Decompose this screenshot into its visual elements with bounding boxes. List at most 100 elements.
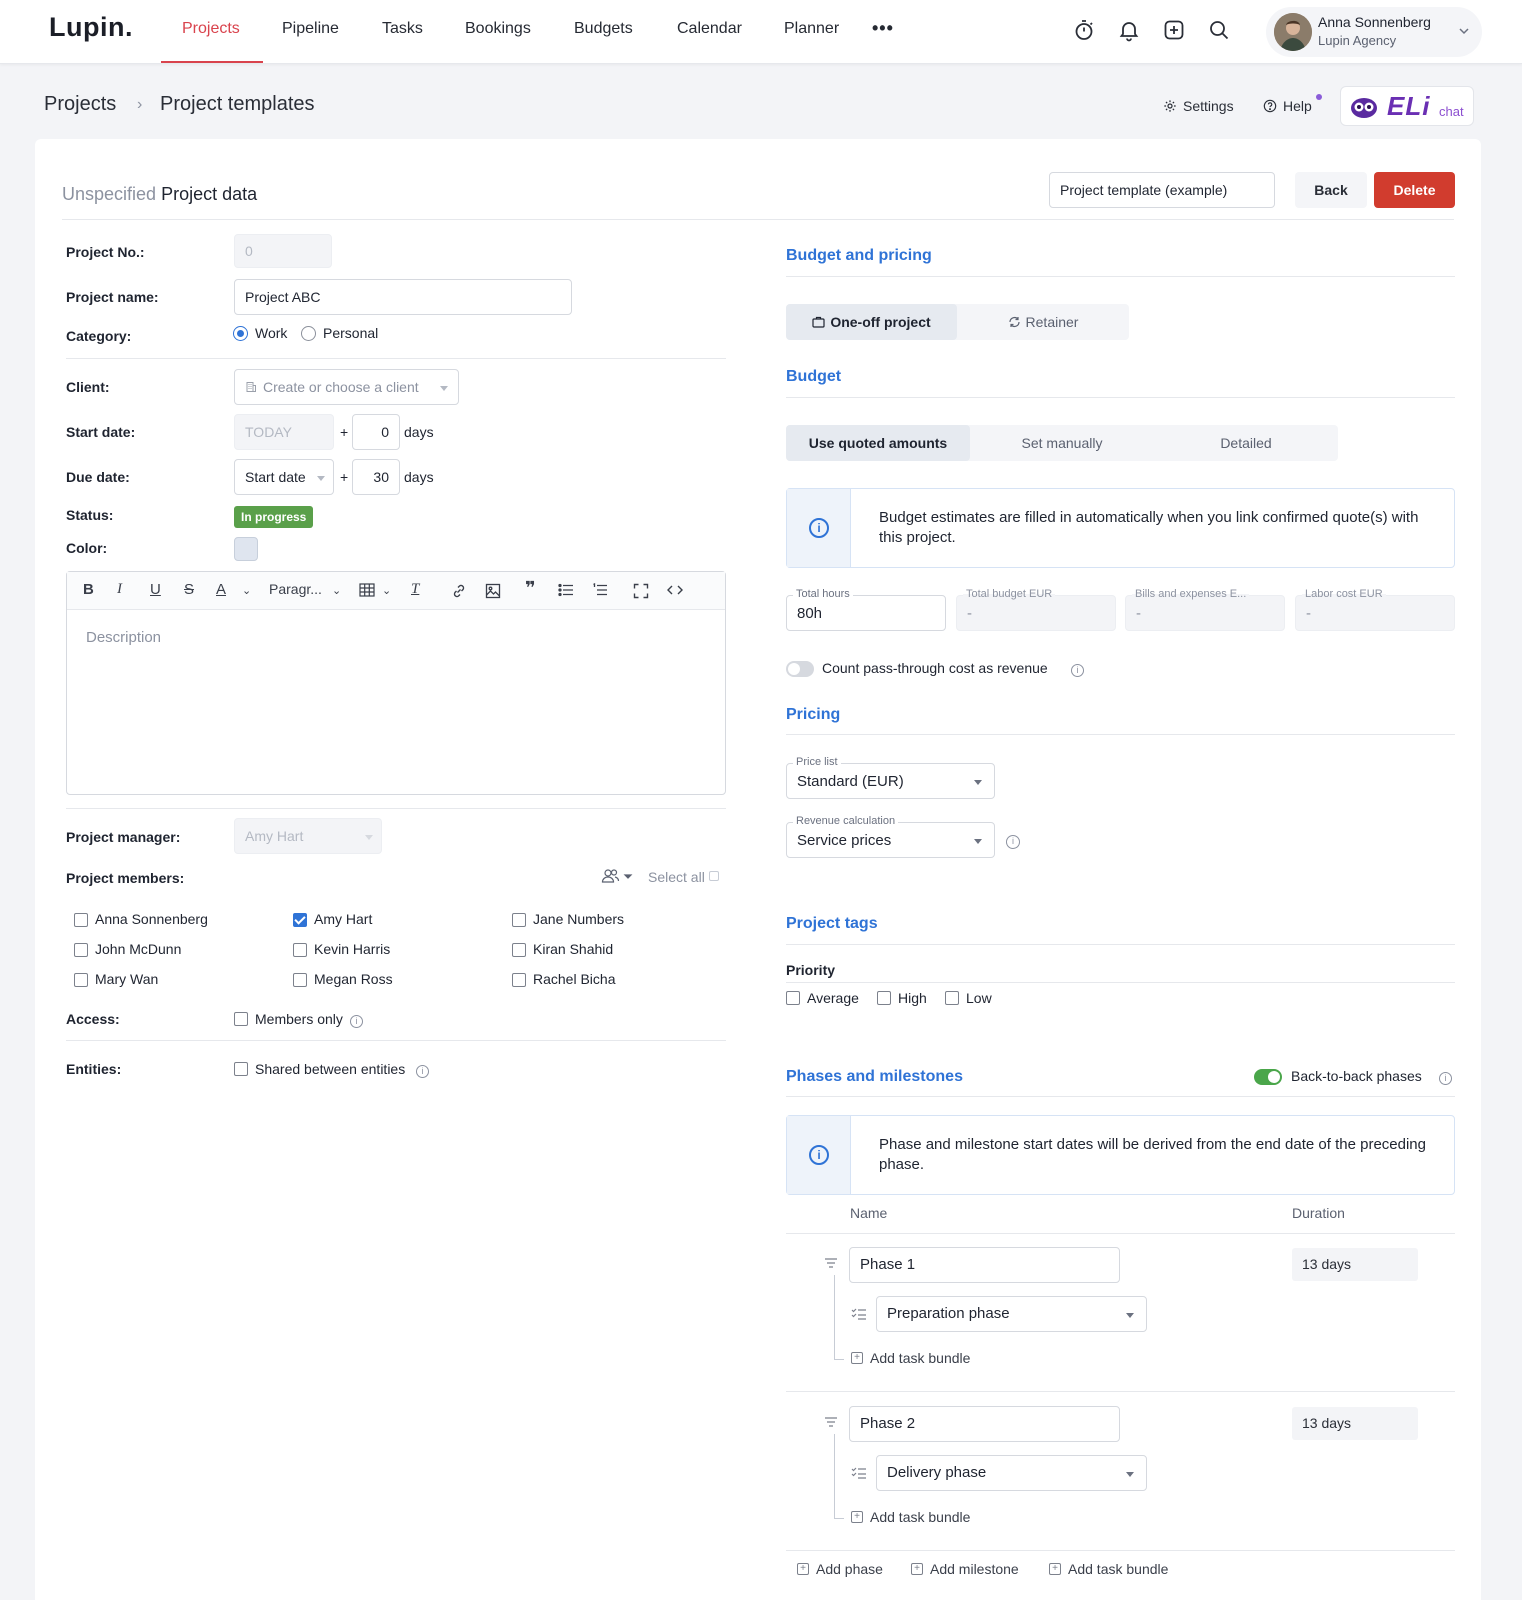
- phase-duration[interactable]: 13 days: [1292, 1248, 1418, 1281]
- info-icon[interactable]: i: [1006, 833, 1020, 850]
- member-checkbox[interactable]: [512, 913, 526, 927]
- description-editor[interactable]: B I U S A ⌄ Paragr... ⌄ ⌄ T ❞ Descriptio…: [66, 571, 726, 795]
- category-personal-radio[interactable]: [301, 326, 316, 341]
- pricing-title: Pricing: [786, 706, 841, 723]
- priority-low-checkbox[interactable]: [945, 991, 959, 1005]
- priority-average-checkbox[interactable]: [786, 991, 800, 1005]
- link-icon[interactable]: [451, 583, 467, 599]
- info-icon: i: [809, 518, 829, 538]
- nav-pipeline[interactable]: Pipeline: [282, 20, 339, 38]
- settings-link[interactable]: Settings: [1163, 98, 1234, 114]
- phase-name-input[interactable]: Phase 2: [849, 1406, 1120, 1442]
- template-name-input[interactable]: Project template (example): [1049, 172, 1275, 208]
- add-square-icon[interactable]: [1162, 18, 1186, 42]
- task-bundle-select[interactable]: Delivery phase: [876, 1455, 1147, 1491]
- member-checkbox[interactable]: [293, 973, 307, 987]
- client-select[interactable]: Create or choose a client: [234, 369, 459, 405]
- paragraph-select[interactable]: Paragr...: [269, 581, 322, 597]
- detailed-tab[interactable]: Detailed: [1154, 425, 1338, 461]
- category-work-radio[interactable]: [233, 326, 248, 341]
- fullscreen-icon[interactable]: [633, 583, 649, 599]
- member-checkbox[interactable]: [293, 913, 307, 927]
- table-icon[interactable]: [359, 583, 375, 597]
- breadcrumb-projects[interactable]: Projects: [44, 93, 116, 116]
- phase-name-input[interactable]: Phase 1: [849, 1247, 1120, 1283]
- retainer-tab[interactable]: Retainer: [957, 304, 1129, 340]
- nav-tasks[interactable]: Tasks: [382, 20, 423, 38]
- nav-bookings[interactable]: Bookings: [465, 20, 531, 38]
- project-manager-value: Amy Hart: [245, 828, 304, 844]
- back-to-back-toggle[interactable]: [1254, 1069, 1282, 1085]
- bold-icon[interactable]: B: [83, 581, 94, 598]
- text-color-icon[interactable]: A: [216, 581, 226, 598]
- add-phase-button[interactable]: + Add phase: [797, 1561, 883, 1577]
- quote-icon[interactable]: ❞: [525, 578, 536, 599]
- start-offset-input[interactable]: 0: [352, 414, 400, 450]
- select-all-label[interactable]: Select all: [648, 869, 705, 885]
- bell-icon[interactable]: [1117, 18, 1141, 42]
- info-icon[interactable]: i: [1071, 661, 1084, 677]
- nav-planner[interactable]: Planner: [784, 20, 839, 38]
- info-icon[interactable]: i: [1439, 1069, 1452, 1085]
- due-offset-input[interactable]: 30: [352, 459, 400, 495]
- numbered-list-icon[interactable]: [592, 583, 608, 597]
- team-filter-icon[interactable]: [601, 868, 635, 884]
- phase-duration[interactable]: 13 days: [1292, 1407, 1418, 1440]
- passthrough-toggle[interactable]: [786, 661, 814, 677]
- set-manually-tab[interactable]: Set manually: [970, 425, 1154, 461]
- image-icon[interactable]: [485, 583, 501, 599]
- bullet-list-icon[interactable]: [558, 583, 574, 597]
- add-task-bundle-link[interactable]: + Add task bundle: [851, 1509, 970, 1525]
- app-logo[interactable]: Lupin.: [49, 12, 133, 43]
- one-off-project-tab[interactable]: One-off project: [786, 304, 957, 340]
- info-icon[interactable]: i: [416, 1062, 429, 1078]
- divider: [786, 1550, 1455, 1551]
- select-all-checkbox[interactable]: [709, 871, 719, 881]
- add-milestone-button[interactable]: + Add milestone: [911, 1561, 1019, 1577]
- eli-chat-button[interactable]: ELi chat: [1340, 86, 1474, 126]
- member-checkbox[interactable]: [293, 943, 307, 957]
- drag-handle-icon[interactable]: [823, 1257, 839, 1271]
- info-icon[interactable]: i: [350, 1012, 363, 1028]
- user-menu[interactable]: Anna Sonnenberg Lupin Agency: [1266, 7, 1482, 57]
- chevron-down-icon[interactable]: ⌄: [242, 584, 251, 597]
- color-swatch[interactable]: [234, 537, 258, 561]
- italic-icon[interactable]: I: [117, 581, 122, 598]
- add-task-bundle-link[interactable]: + Add task bundle: [851, 1350, 970, 1366]
- nav-projects[interactable]: Projects: [182, 20, 240, 38]
- project-name-input[interactable]: Project ABC: [234, 279, 572, 315]
- task-bundle-icon: [851, 1466, 867, 1480]
- clear-format-icon[interactable]: T: [411, 581, 419, 598]
- stopwatch-icon[interactable]: [1072, 18, 1096, 42]
- shared-entities-checkbox[interactable]: [234, 1062, 248, 1076]
- code-icon[interactable]: [667, 583, 683, 597]
- member-checkbox[interactable]: [512, 943, 526, 957]
- priority-high-checkbox[interactable]: [877, 991, 891, 1005]
- total-hours-field[interactable]: Total hours 80h: [786, 588, 946, 631]
- task-bundle-select[interactable]: Preparation phase: [876, 1296, 1147, 1332]
- nav-calendar[interactable]: Calendar: [677, 20, 742, 38]
- price-list-select[interactable]: Price list Standard (EUR): [786, 756, 995, 799]
- start-days-label: days: [404, 424, 434, 440]
- member-checkbox[interactable]: [74, 913, 88, 927]
- member-checkbox[interactable]: [74, 973, 88, 987]
- add-task-bundle-button[interactable]: + Add task bundle: [1049, 1561, 1168, 1577]
- due-date-base-select[interactable]: Start date: [234, 459, 334, 495]
- help-link[interactable]: Help: [1263, 98, 1312, 114]
- revenue-calculation-select[interactable]: Revenue calculation Service prices: [786, 815, 995, 858]
- underline-icon[interactable]: U: [150, 581, 161, 598]
- total-budget-value: -: [967, 605, 972, 622]
- strikethrough-icon[interactable]: S: [184, 581, 194, 598]
- delete-button[interactable]: Delete: [1374, 172, 1455, 208]
- nav-more-button[interactable]: •••: [872, 18, 894, 39]
- back-button[interactable]: Back: [1295, 172, 1367, 208]
- nav-budgets[interactable]: Budgets: [574, 20, 633, 38]
- drag-handle-icon[interactable]: [823, 1416, 839, 1430]
- search-icon[interactable]: [1207, 18, 1231, 42]
- member-checkbox[interactable]: [512, 973, 526, 987]
- divider: [66, 1040, 726, 1041]
- member-checkbox[interactable]: [74, 943, 88, 957]
- status-badge[interactable]: In progress: [234, 506, 314, 528]
- use-quoted-amounts-tab[interactable]: Use quoted amounts: [786, 425, 970, 461]
- members-only-checkbox[interactable]: [234, 1012, 248, 1026]
